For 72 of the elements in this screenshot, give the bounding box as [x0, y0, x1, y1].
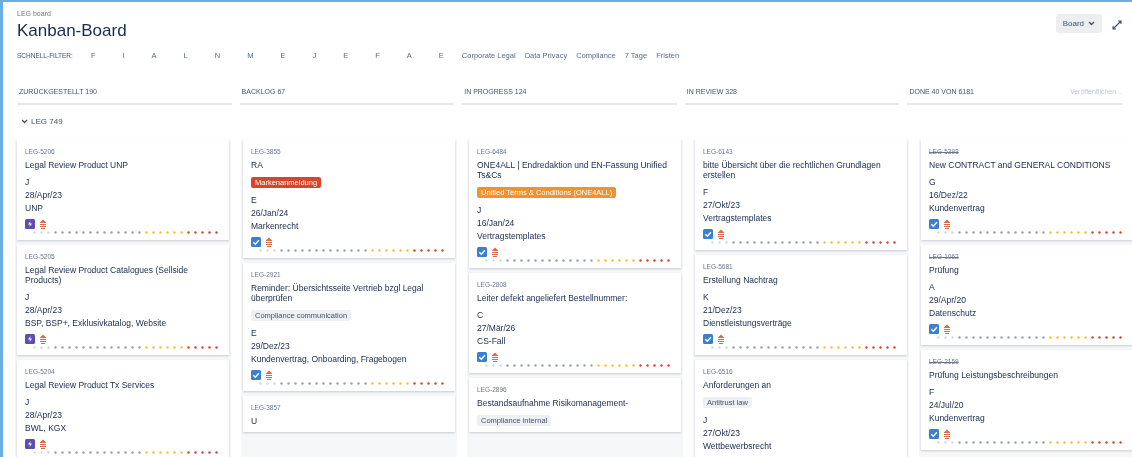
due-date: 21/Dez/23	[703, 305, 742, 315]
due-date: 27/Okt/23	[703, 428, 740, 438]
board-menu-button[interactable]: Board	[1055, 14, 1102, 33]
component: Kundenvertrag	[929, 413, 985, 423]
priority-icon	[491, 352, 499, 362]
issue-summary: U	[251, 416, 258, 426]
issue-summary: Bestandsaufnahme Risikomanagement-	[477, 398, 629, 408]
priority-icon	[39, 439, 47, 449]
component: Wettbewerbsrecht	[703, 441, 772, 451]
due-date: 26/Jan/24	[251, 208, 289, 218]
due-date: 27/Okt/23	[703, 200, 740, 210]
component: BSP, BSP+, Exklusivkatalog, Website	[25, 318, 167, 328]
issue-summary: ONE4ALL | Endredaktion und EN-Fassung Unified Ts&Cs	[477, 160, 668, 180]
component: Dienstleistungsverträge	[703, 318, 792, 328]
priority-icon	[491, 247, 499, 257]
assignee: J	[25, 397, 30, 407]
assignee: J	[25, 177, 30, 187]
due-date: 29/Dez/23	[251, 341, 290, 351]
priority-icon	[943, 324, 951, 334]
due-date: 24/Jul/20	[929, 400, 964, 410]
issue-summary: Prüfung Leistungsbeschreibungen	[929, 370, 1058, 380]
assignee: E	[251, 328, 257, 338]
priority-icon	[265, 370, 273, 380]
chevron-icon	[21, 119, 28, 124]
issue-summary: Prüfung	[929, 265, 959, 275]
assignee: F	[703, 187, 709, 197]
issue-summary: Reminder: Übersichtsseite Vertrieb bzgl Legal überprüfen	[251, 283, 425, 303]
due-date: 28/Apr/23	[25, 190, 62, 200]
issue-summary: Anforderungen an	[703, 380, 772, 390]
assignee: K	[703, 292, 709, 302]
assignee: C	[477, 310, 484, 320]
due-date: 29/Apr/20	[929, 295, 966, 305]
priority-icon	[39, 219, 47, 229]
due-date: 16/Dez/22	[929, 190, 968, 200]
assignee: J	[477, 205, 482, 215]
component: Kundenvertrag, Onboarding, Fragebogen	[251, 354, 407, 364]
component: Vertragstemplates	[477, 231, 546, 241]
assignee: E	[251, 195, 257, 205]
component: UNP	[25, 203, 43, 213]
assignee: F	[929, 387, 935, 397]
due-date: 28/Apr/23	[25, 305, 62, 315]
priority-icon	[943, 429, 951, 439]
issue-summary: Erstellung Nachtrag	[703, 275, 778, 285]
component: Kundenvertrag	[929, 203, 985, 213]
assignee: A	[929, 282, 935, 292]
issue-summary: New CONTRACT and GENERAL CONDITIONS	[929, 160, 1111, 170]
priority-icon	[717, 334, 725, 344]
assignee: G	[929, 177, 936, 187]
priority-icon	[717, 229, 725, 239]
assignee: J	[703, 415, 708, 425]
chevron-down-icon	[1088, 21, 1095, 26]
due-date: 27/Mär/26	[477, 323, 516, 333]
expand-icon[interactable]	[1112, 20, 1122, 30]
component: BWL, KGX	[25, 423, 67, 433]
component: CS-Fall	[477, 336, 506, 346]
issue-summary: bitte Übersicht über die rechtlichen Grundlagen erstellen	[703, 160, 882, 180]
issue-summary: Legal Review Product Tx Services	[25, 380, 155, 390]
component: Vertragstemplates	[703, 213, 772, 223]
priority-icon	[39, 334, 47, 344]
component: Markenrecht	[251, 221, 299, 231]
due-date: 28/Apr/23	[25, 410, 62, 420]
priority-icon	[943, 219, 951, 229]
swimlane-toggle[interactable]: LEG 749	[21, 117, 63, 126]
assignee: J	[25, 292, 30, 302]
issue-summary: RA	[251, 160, 263, 170]
issue-summary: Legal Review Product UNP	[25, 160, 128, 170]
due-date: 16/Jan/24	[477, 218, 515, 228]
board-title: Kanban-Board	[17, 21, 128, 41]
component: Datenschutz	[929, 308, 977, 318]
issue-summary: Legal Review Product Catalogues (Sellside Products)	[25, 265, 189, 285]
priority-icon	[265, 237, 273, 247]
issue-summary: Leiter defekt angeliefert Bestellnummer:	[477, 293, 628, 303]
